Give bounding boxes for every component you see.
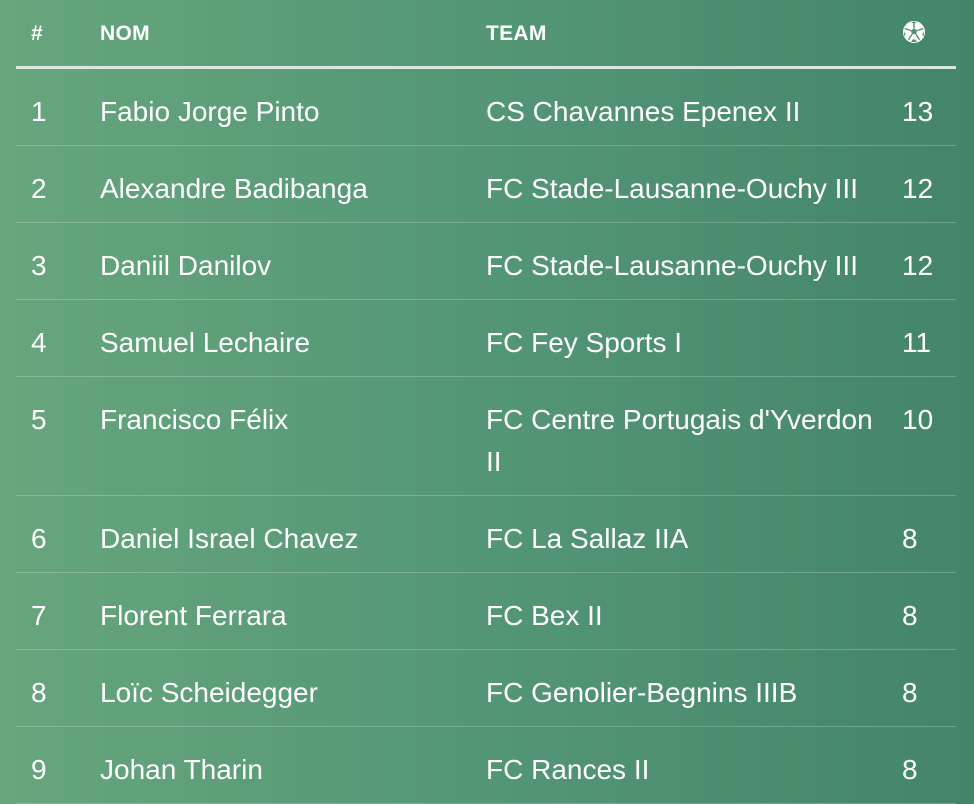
team-cell: CS Chavannes Epenex II (486, 96, 801, 127)
rank-cell: 5 (31, 404, 47, 435)
name-cell: Francisco Félix (100, 404, 289, 435)
goals-cell: 12 (902, 173, 934, 204)
goals-cell: 8 (902, 523, 918, 554)
team-cell: FC Genolier-Begnins IIIB (486, 677, 798, 708)
team-cell: FC La Sallaz IIA (486, 523, 689, 554)
table-row: 4 Samuel Lechaire FC Fey Sports I 11 (16, 300, 956, 377)
soccer-ball-icon (903, 21, 925, 43)
name-cell: Johan Tharin (100, 754, 263, 785)
name-cell: Alexandre Badibanga (100, 173, 368, 204)
table-row: 8 Loïc Scheidegger FC Genolier-Begnins III… (16, 650, 956, 727)
table-row: 9 Johan Tharin FC Rances II 8 (16, 727, 956, 804)
rank-cell: 6 (31, 523, 47, 554)
column-header-rank: # (31, 22, 43, 45)
name-cell: Samuel Lechaire (100, 327, 311, 358)
name-cell: Florent Ferrara (100, 600, 287, 631)
goals-cell: 10 (902, 404, 934, 435)
scorers-table: # NOM TEAM 1 Fabio Jorge Pinto CS Chavanne… (0, 0, 974, 804)
team-cell: FC Bex II (486, 600, 603, 631)
rank-cell: 4 (31, 327, 47, 358)
table-row: 5 Francisco Félix FC Centre Portugais d'Yv… (16, 377, 956, 496)
goals-cell: 13 (902, 96, 934, 127)
team-cell: FC Stade-Lausanne-Ouchy III (486, 173, 858, 204)
name-cell: Fabio Jorge Pinto (100, 96, 320, 127)
table-row: 1 Fabio Jorge Pinto CS Chavannes Epenex II… (16, 69, 956, 146)
name-cell: Daniil Danilov (100, 250, 272, 281)
rank-cell: 7 (31, 600, 47, 631)
goals-cell: 8 (902, 754, 918, 785)
rank-cell: 1 (31, 96, 47, 127)
team-cell: FC Fey Sports I (486, 327, 683, 358)
team-cell: FC Stade-Lausanne-Ouchy III (486, 250, 858, 281)
rank-cell: 8 (31, 677, 47, 708)
name-cell: Daniel Israel Chavez (100, 523, 359, 554)
team-cell: FC Centre Portugais d'Yverdon II (486, 404, 873, 477)
table-row: 7 Florent Ferrara FC Bex II 8 (16, 573, 956, 650)
column-header-goals (902, 20, 926, 50)
name-cell: Loïc Scheidegger (100, 677, 318, 708)
column-header-team: TEAM (486, 22, 547, 45)
table-row: 3 Daniil Danilov FC Stade-Lausanne-Ouchy I… (16, 223, 956, 300)
table-row: 2 Alexandre Badibanga FC Stade-Lausanne-Ou… (16, 146, 956, 223)
table-header: # NOM TEAM (16, 0, 956, 69)
table-body: 1 Fabio Jorge Pinto CS Chavannes Epenex II… (16, 69, 956, 804)
goals-cell: 12 (902, 250, 934, 281)
table-row: 6 Daniel Israel Chavez FC La Sallaz IIA 8 (16, 496, 956, 573)
goals-cell: 8 (902, 600, 918, 631)
goals-cell: 8 (902, 677, 918, 708)
rank-cell: 2 (31, 173, 47, 204)
column-header-name: NOM (100, 22, 150, 45)
team-cell: FC Rances II (486, 754, 650, 785)
goals-cell: 11 (902, 327, 932, 358)
rank-cell: 9 (31, 754, 47, 785)
rank-cell: 3 (31, 250, 47, 281)
